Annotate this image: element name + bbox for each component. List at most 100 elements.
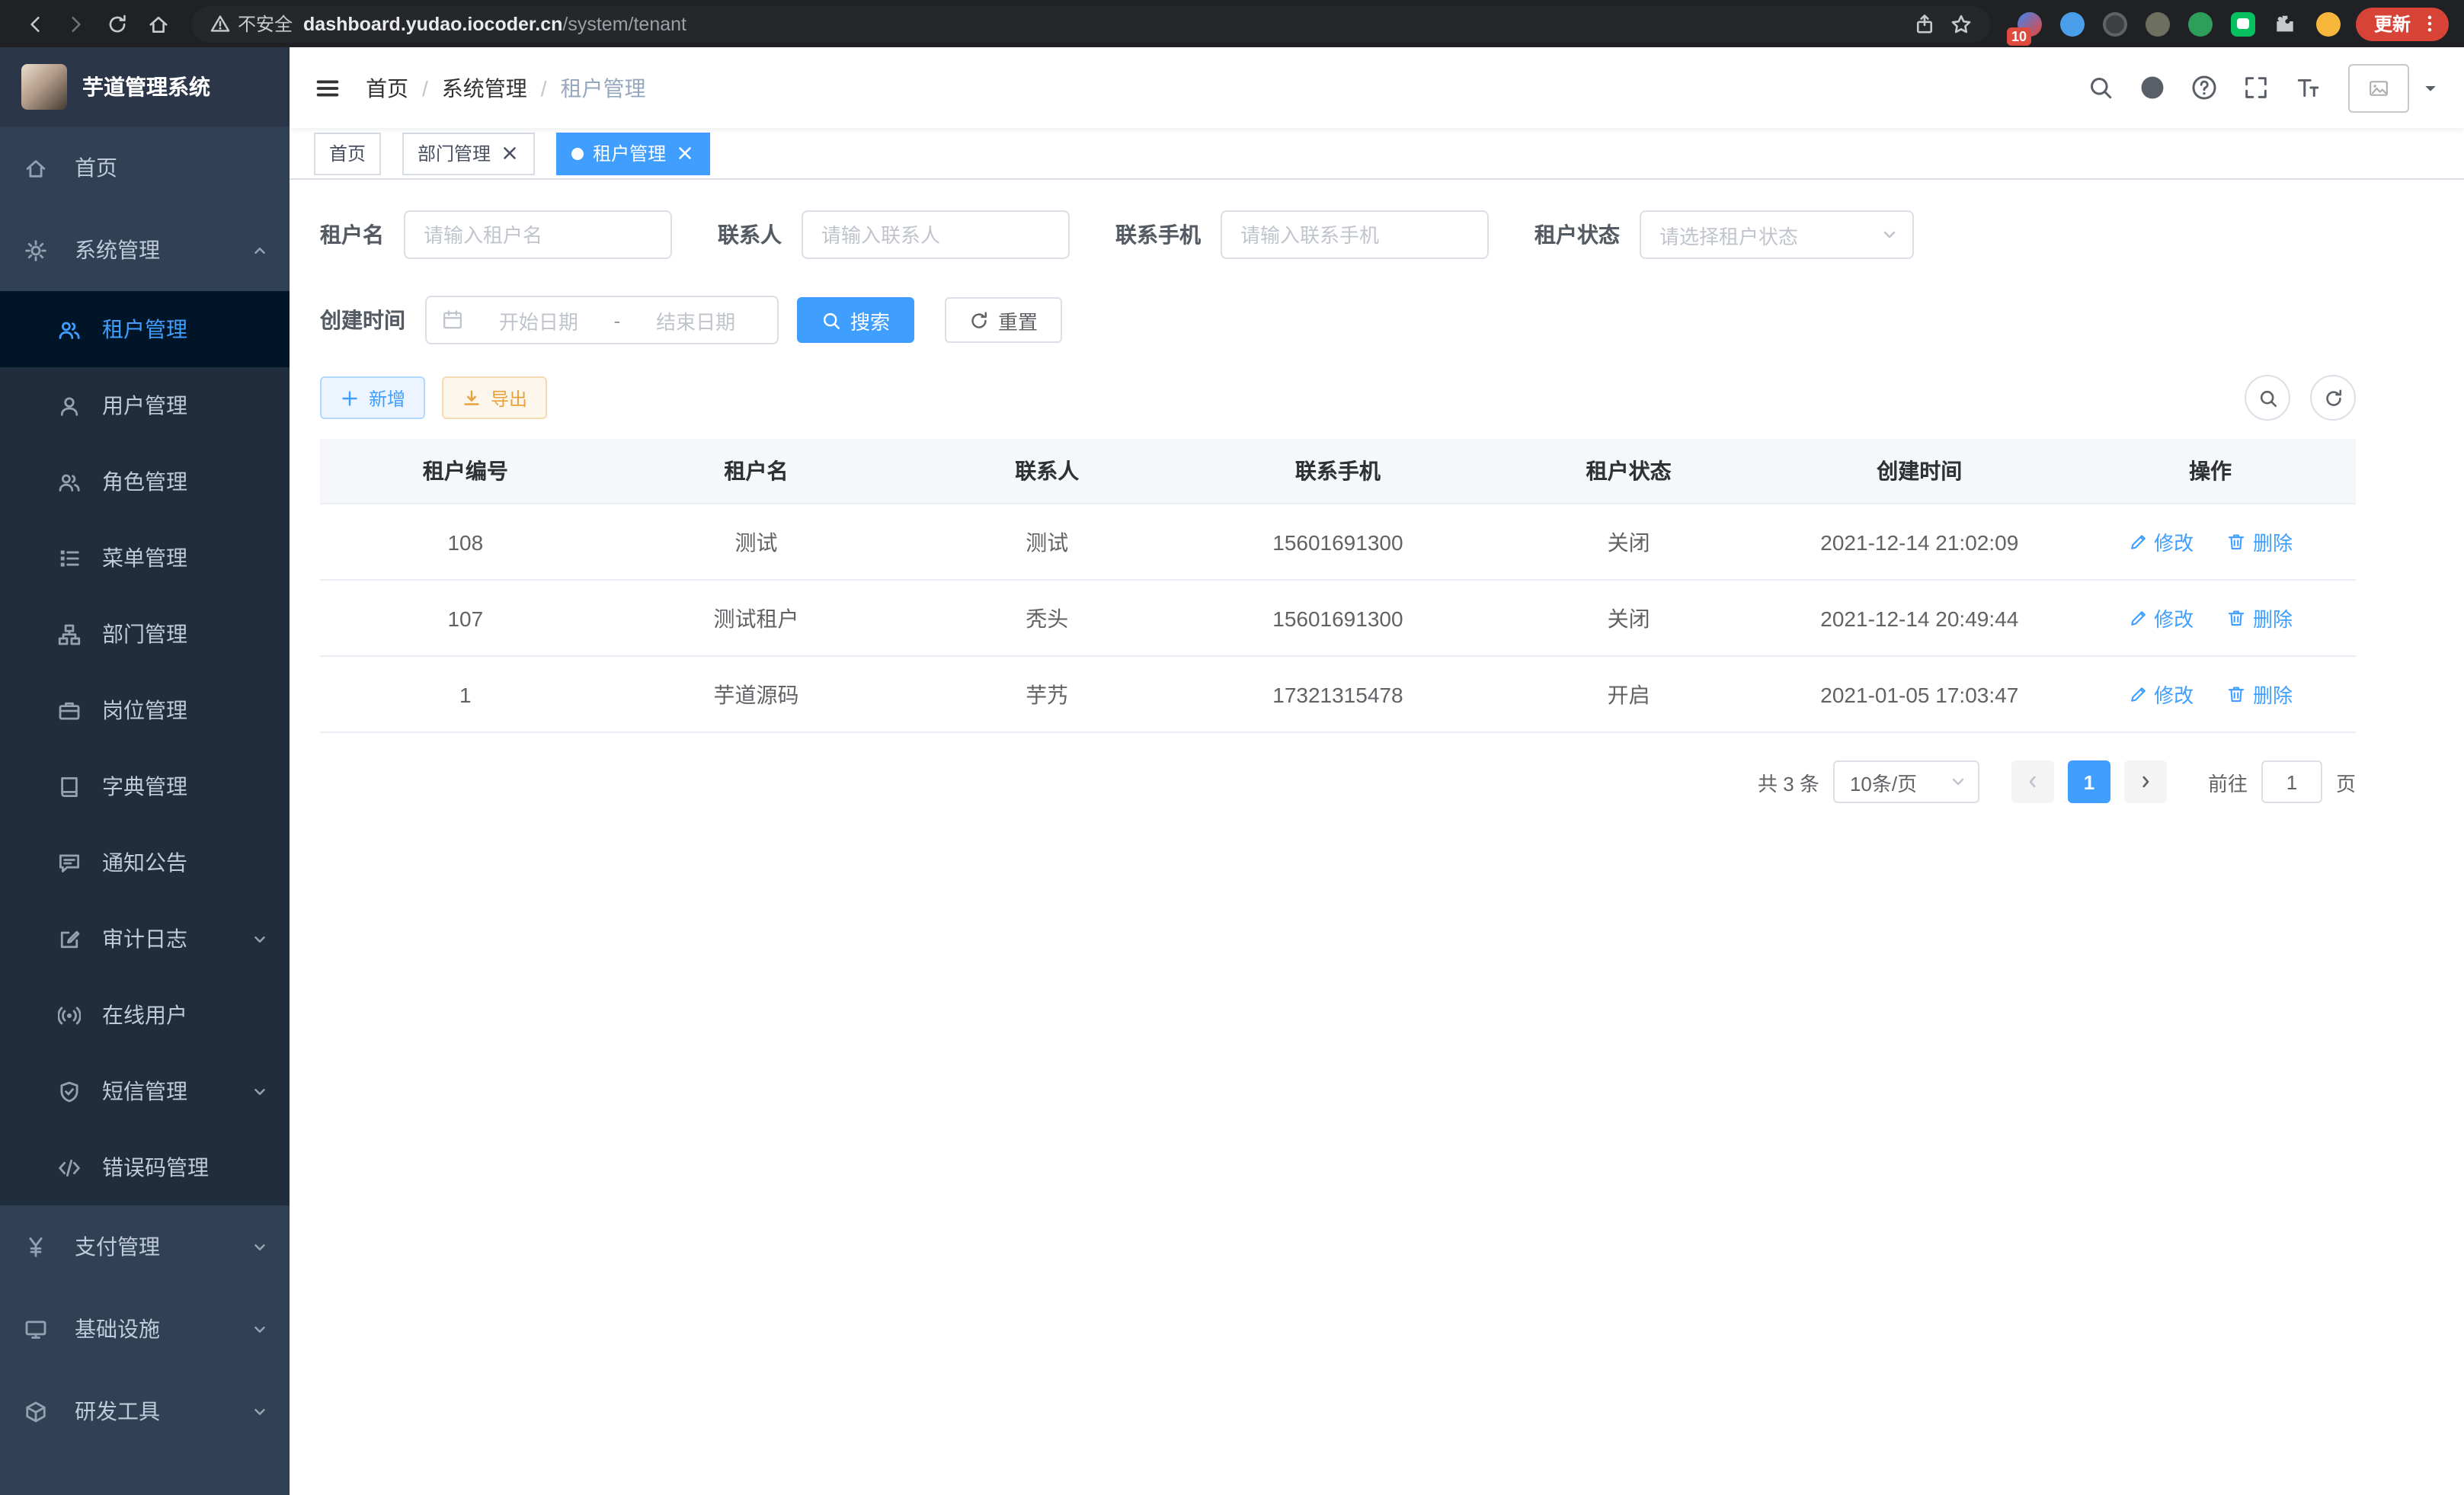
sidebar-item-post-management[interactable]: 岗位管理 [0, 672, 290, 748]
extensions-cluster: 10 [2018, 11, 2341, 36]
table-row: 108 测试 测试 15601691300 关闭 2021-12-14 21:0… [320, 504, 2356, 580]
sidebar-item-audit-log[interactable]: 审计日志 [0, 901, 290, 977]
chevron-down-icon [1880, 226, 1899, 244]
edit-button[interactable]: 修改 [2128, 527, 2194, 556]
help-icon[interactable] [2184, 68, 2223, 107]
extension-icon[interactable] [2316, 11, 2341, 36]
browser-update-button[interactable]: 更新 [2356, 7, 2449, 40]
total-count: 共 3 条 [1758, 767, 1819, 796]
next-page-button[interactable] [2124, 760, 2167, 803]
sidebar-item-dev-tools[interactable]: 研发工具 [0, 1370, 290, 1452]
tab-tenant-management[interactable]: 租户管理 [556, 132, 710, 174]
extension-icon[interactable] [2231, 11, 2255, 36]
contact-input[interactable] [802, 210, 1070, 259]
mobile-input[interactable] [1221, 210, 1489, 259]
chevron-right-icon [2136, 773, 2155, 791]
github-icon[interactable] [2132, 68, 2171, 107]
tenant-name-input[interactable] [404, 210, 672, 259]
start-date-placeholder: 开始日期 [472, 306, 605, 335]
search-button[interactable]: 搜索 [797, 297, 914, 343]
filter-row-2: 创建时间 开始日期 - 结束日期 搜索 [320, 296, 2356, 344]
delete-button[interactable]: 删除 [2227, 527, 2293, 556]
col-status: 租户状态 [1483, 439, 1774, 504]
page-number-button[interactable]: 1 [2068, 760, 2110, 803]
warning-icon [210, 14, 230, 34]
sidebar-item-payment-management[interactable]: 支付管理 [0, 1205, 290, 1288]
create-time-range-picker[interactable]: 开始日期 - 结束日期 [425, 296, 779, 344]
page-size-select[interactable]: 10条/页 [1833, 760, 1979, 803]
export-button[interactable]: 导出 [442, 376, 547, 419]
trash-icon [2227, 684, 2247, 704]
table-toolbar: 新增 导出 [320, 375, 2356, 421]
briefcase-icon [58, 699, 81, 722]
browser-forward-button[interactable] [56, 5, 94, 43]
table-row: 107 测试租户 秃头 15601691300 关闭 2021-12-14 20… [320, 580, 2356, 656]
sidebar-item-sms-management[interactable]: 短信管理 [0, 1053, 290, 1129]
sidebar-item-online-users[interactable]: 在线用户 [0, 977, 290, 1053]
chevron-down-icon [251, 1238, 268, 1255]
tab-dept-management[interactable]: 部门管理 [402, 132, 535, 174]
caret-down-icon[interactable] [2421, 78, 2440, 97]
list-icon [58, 546, 81, 569]
fullscreen-icon[interactable] [2235, 68, 2275, 107]
date-range-separator: - [614, 309, 621, 331]
sidebar-item-error-code-management[interactable]: 错误码管理 [0, 1129, 290, 1205]
refresh-table-button[interactable] [2310, 375, 2356, 421]
reset-button[interactable]: 重置 [945, 297, 1062, 343]
extension-badge: 10 [2007, 27, 2031, 45]
sidebar-item-menu-management[interactable]: 菜单管理 [0, 520, 290, 596]
extension-icon[interactable]: 10 [2018, 11, 2042, 36]
goto-page-input[interactable] [2261, 760, 2322, 803]
sidebar-item-dept-management[interactable]: 部门管理 [0, 596, 290, 672]
browser-home-button[interactable] [139, 5, 177, 43]
sidebar-item-user-management[interactable]: 用户管理 [0, 367, 290, 443]
home-icon [24, 156, 47, 179]
share-icon[interactable] [1914, 13, 1935, 34]
sidebar-item-role-management[interactable]: 角色管理 [0, 443, 290, 520]
close-icon[interactable] [675, 143, 695, 163]
edit-button[interactable]: 修改 [2128, 680, 2194, 709]
signal-icon [58, 1004, 81, 1026]
sidebar-item-tenant-management[interactable]: 租户管理 [0, 291, 290, 367]
prev-page-button[interactable] [2011, 760, 2054, 803]
edit-button[interactable]: 修改 [2128, 603, 2194, 632]
sidebar-item-home[interactable]: 首页 [0, 126, 290, 209]
delete-button[interactable]: 删除 [2227, 680, 2293, 709]
yen-icon [24, 1235, 47, 1258]
browser-reload-button[interactable] [98, 5, 136, 43]
extension-icon[interactable] [2188, 11, 2213, 36]
delete-button[interactable]: 删除 [2227, 603, 2293, 632]
font-size-icon[interactable] [2287, 68, 2327, 107]
sidebar-item-infrastructure[interactable]: 基础设施 [0, 1288, 290, 1370]
chat-bubble-icon [58, 851, 81, 874]
tenant-status-select[interactable]: 请选择租户状态 [1640, 210, 1914, 259]
security-chip[interactable]: 不安全 [210, 11, 293, 37]
extension-icon[interactable] [2060, 11, 2085, 36]
sidebar-item-notice[interactable]: 通知公告 [0, 824, 290, 901]
browser-back-button[interactable] [15, 5, 53, 43]
tenant-status-placeholder: 请选择租户状态 [1659, 220, 1880, 249]
header-search-icon[interactable] [2080, 68, 2120, 107]
add-button[interactable]: 新增 [320, 376, 425, 419]
tab-home[interactable]: 首页 [314, 132, 381, 174]
close-icon[interactable] [500, 143, 520, 163]
sidebar-item-system-management[interactable]: 系统管理 [0, 209, 290, 291]
bookmark-star-icon[interactable] [1950, 13, 1972, 34]
breadcrumb-item-home[interactable]: 首页 [366, 72, 408, 103]
search-icon [2258, 388, 2277, 408]
address-bar[interactable]: 不安全 dashboard.yudao.iocoder.cn/system/te… [192, 5, 1990, 42]
app-logo[interactable]: 芋道管理系统 [0, 47, 290, 126]
sidebar-collapse-icon[interactable] [314, 74, 341, 101]
shield-icon [58, 1080, 81, 1103]
kebab-menu-icon[interactable] [2420, 14, 2440, 34]
filter-row-1: 租户名 联系人 联系手机 租户状态 [320, 210, 2356, 259]
extensions-puzzle-icon[interactable] [2274, 11, 2298, 36]
book-icon [58, 775, 81, 798]
avatar[interactable] [2348, 63, 2409, 112]
extension-icon[interactable] [2103, 11, 2127, 36]
sidebar-item-dict-management[interactable]: 字典管理 [0, 748, 290, 824]
extension-icon[interactable] [2146, 11, 2170, 36]
contact-label: 联系人 [718, 219, 782, 250]
trash-icon [2227, 532, 2247, 552]
toggle-search-button[interactable] [2245, 375, 2290, 421]
